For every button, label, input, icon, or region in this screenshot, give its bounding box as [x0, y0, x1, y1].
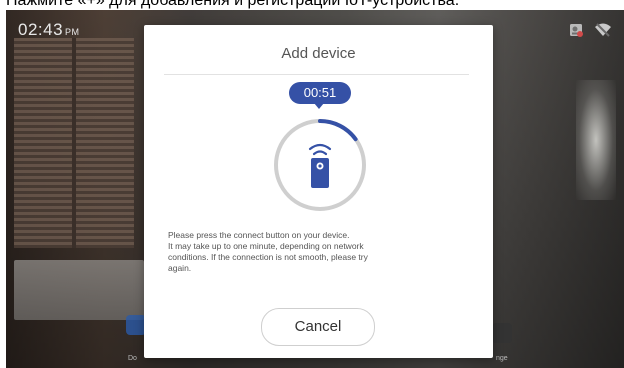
dock-app-icon[interactable]	[126, 315, 146, 335]
caption-strip: Нажмите «+» для добавления и регистрации…	[0, 0, 624, 10]
instruction-line: Please press the connect button on your …	[168, 230, 350, 240]
add-device-dialog: Add device 00:51 Please press the connec…	[144, 25, 493, 358]
instruction-line: conditions. If the connection is not smo…	[168, 252, 368, 262]
clock-ampm: PM	[65, 27, 80, 37]
instruction-line: again.	[168, 263, 192, 273]
dock-label-left: Do	[128, 355, 137, 362]
title-divider	[164, 74, 469, 75]
dialog-title: Add device	[281, 45, 356, 62]
caption-text: Нажмите «+» для добавления и регистрации…	[6, 0, 460, 9]
clock: 02:43 PM	[18, 20, 80, 40]
connection-progress-ring	[274, 119, 366, 211]
cancel-button[interactable]: Cancel	[261, 308, 375, 346]
progress-arc	[318, 119, 358, 142]
clock-time: 02:43	[18, 20, 64, 39]
instruction-line: It may take up to one minute, depending …	[168, 241, 364, 251]
status-icons	[568, 22, 612, 38]
table	[14, 260, 144, 320]
wifi-off-icon	[595, 23, 611, 37]
countdown-timer: 00:51	[289, 82, 351, 104]
lamp	[576, 80, 616, 200]
apps-grid-icon[interactable]	[492, 323, 512, 343]
window-frame	[72, 38, 76, 248]
contact-card-icon	[570, 24, 583, 37]
remote-control-icon	[308, 143, 332, 188]
instructions-text: Please press the connect button on your …	[168, 230, 473, 274]
dock-label-right: nge	[496, 355, 508, 362]
